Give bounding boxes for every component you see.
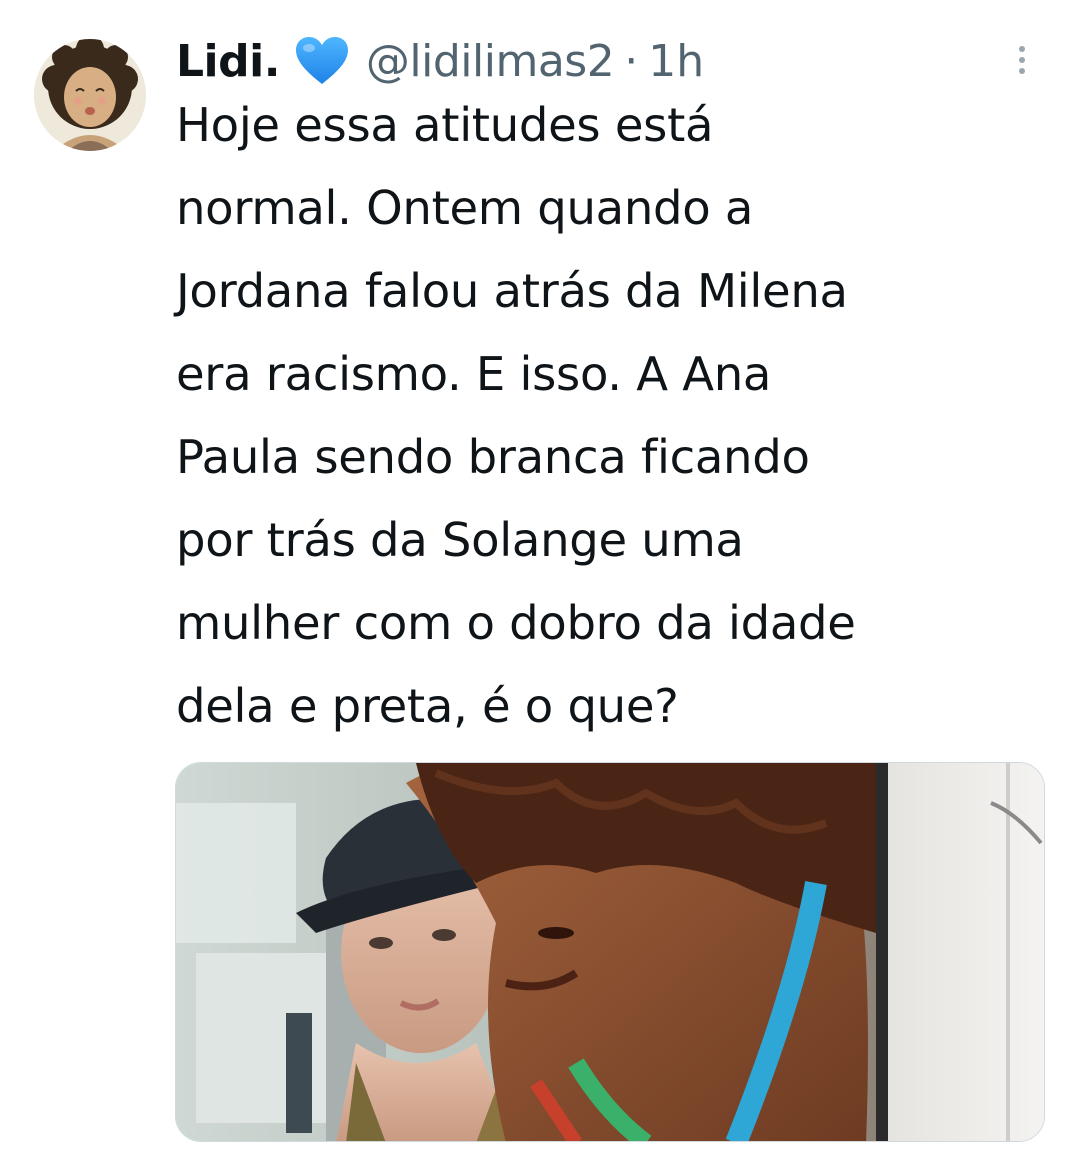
more-options-icon[interactable] xyxy=(1006,38,1038,82)
tweet-text-line: Hoje essa atitudes está xyxy=(176,98,714,152)
tweet-text-line: normal. Ontem quando a xyxy=(176,181,754,235)
tweet-text: Hoje essa atitudes está normal. Ontem qu… xyxy=(176,84,1056,748)
timestamp[interactable]: 1h xyxy=(648,36,704,87)
tweet-text-line: Paula sendo branca ficando xyxy=(176,430,810,484)
tweet-text-line: mulher com o dobro da idade xyxy=(176,596,856,650)
blue-heart-icon xyxy=(294,36,350,86)
tweet-text-line: por trás da Solange uma xyxy=(176,513,744,567)
tweet-text-line: dela e preta, é o que? xyxy=(176,679,679,733)
avatar[interactable] xyxy=(34,39,146,151)
author-handle[interactable]: @lidilimas2 xyxy=(366,36,615,87)
tweet-text-line: Jordana falou atrás da Milena xyxy=(176,264,848,318)
separator-dot: · xyxy=(624,35,639,87)
author-name[interactable]: Lidi. xyxy=(176,36,280,87)
tweet-text-line: era racismo. E isso. A Ana xyxy=(176,347,772,401)
tweet-media-image[interactable] xyxy=(175,762,1045,1142)
